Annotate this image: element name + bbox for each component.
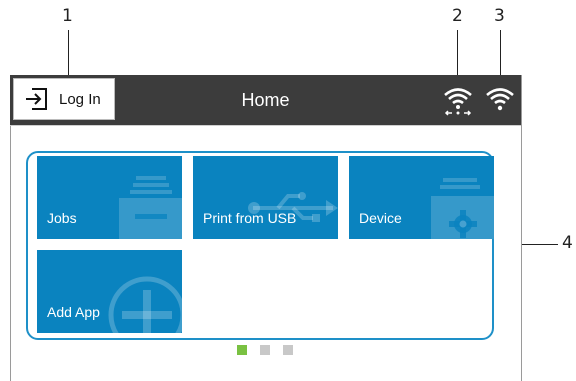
callout-3: 3 — [494, 6, 505, 26]
wifi-direct-icon[interactable] — [442, 85, 474, 117]
callout-3-leader — [500, 30, 501, 80]
printer-jobs-icon — [119, 176, 182, 239]
callout-1: 1 — [62, 6, 73, 26]
callout-2-leader — [457, 30, 458, 80]
header-divider — [10, 125, 521, 126]
page-dot-3[interactable] — [283, 345, 293, 355]
tile-label: Print from USB — [203, 210, 297, 226]
wifi-icon[interactable] — [485, 85, 515, 113]
callout-2: 2 — [452, 6, 463, 26]
device-gear-icon — [431, 178, 494, 239]
callout-4: 4 — [562, 233, 573, 253]
tile-print-from-usb[interactable]: Print from USB — [193, 156, 338, 239]
tile-jobs[interactable]: Jobs — [37, 156, 182, 239]
page-dot-1[interactable] — [237, 345, 247, 355]
page-dot-2[interactable] — [260, 345, 270, 355]
tile-device[interactable]: Device — [349, 156, 494, 239]
tile-label: Device — [359, 210, 402, 226]
tile-label: Add App — [47, 304, 100, 320]
plus-icon — [108, 276, 182, 333]
tile-add-app[interactable]: Add App — [37, 250, 182, 333]
tile-label: Jobs — [47, 210, 77, 226]
